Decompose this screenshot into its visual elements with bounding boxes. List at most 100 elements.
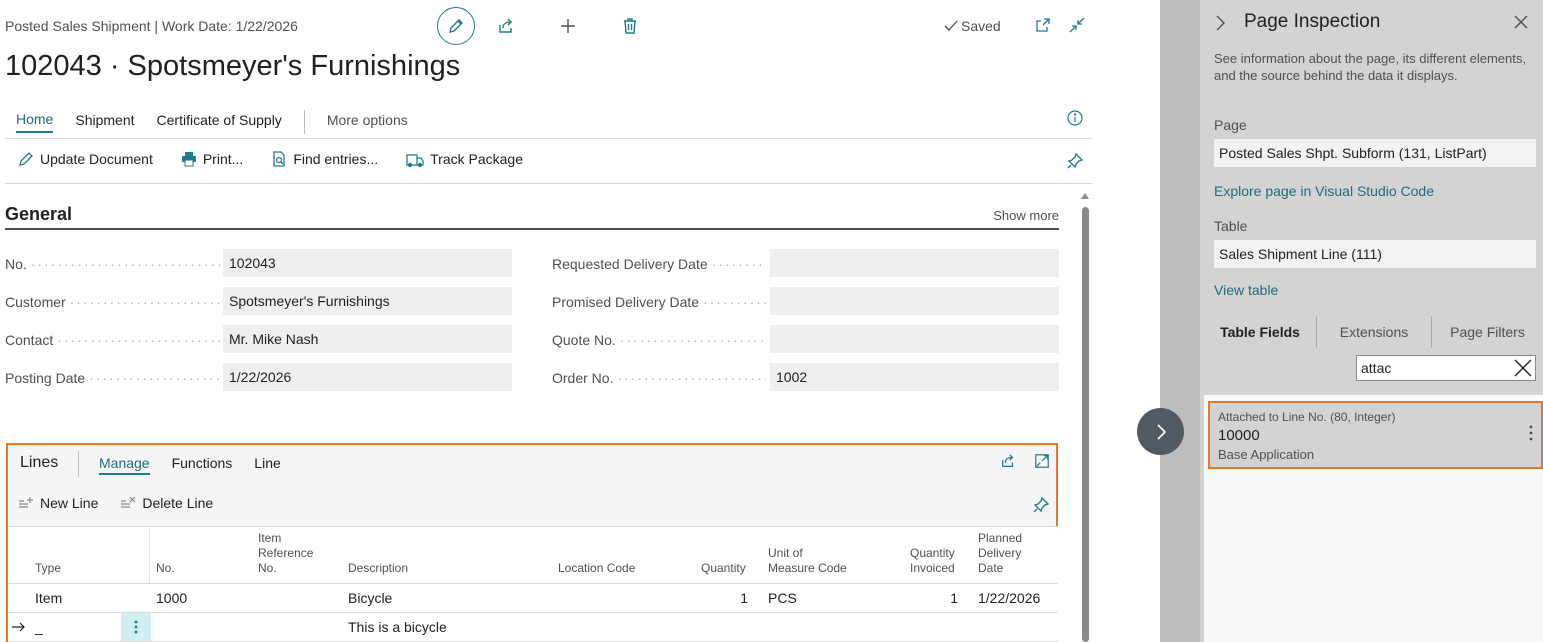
clear-search-icon[interactable] — [1514, 359, 1532, 377]
field-card-name: Attached to Line No. (80, Integer) — [1218, 410, 1396, 424]
contact-field[interactable]: Mr. Mike Nash — [223, 325, 512, 353]
tab-table-fields[interactable]: Table Fields — [1204, 324, 1316, 340]
tab-more-options[interactable]: More options — [327, 112, 408, 132]
field-search-input[interactable] — [1361, 360, 1511, 376]
scroll-up-arrow[interactable] — [1081, 193, 1089, 199]
table-row[interactable]: Item 1000 Bicycle 1 PCS 1 1/22/2026 — [8, 584, 1058, 612]
table-label: Table — [1214, 218, 1248, 234]
column-planned-delivery-date[interactable]: Planned Delivery Date — [978, 531, 1022, 576]
explore-vscode-link[interactable]: Explore page in Visual Studio Code — [1214, 183, 1434, 199]
general-section-header[interactable]: General Show more — [5, 204, 1059, 230]
column-quantity[interactable]: Quantity — [701, 561, 746, 576]
new-line-label: New Line — [40, 495, 99, 511]
print-button[interactable]: Print... — [181, 151, 243, 167]
view-table-link[interactable]: View table — [1214, 282, 1278, 298]
row-type[interactable]: Item — [35, 590, 62, 606]
divider — [5, 183, 1092, 184]
table-row[interactable]: _ This is a bicycle — [8, 613, 1058, 641]
delete-line-label: Delete Line — [142, 495, 214, 511]
delete-line-button[interactable]: Delete Line — [120, 495, 213, 511]
field-label: Contact ······························· — [5, 332, 220, 348]
row-no[interactable]: 1000 — [156, 590, 187, 606]
update-document-label: Update Document — [40, 151, 153, 167]
column-unit-of-measure-code[interactable]: Unit of Measure Code — [768, 546, 847, 576]
pin-icon[interactable] — [1066, 152, 1084, 170]
row-planned-delivery-date[interactable]: 1/22/2026 — [978, 590, 1040, 606]
column-location-code[interactable]: Location Code — [558, 561, 635, 576]
column-description[interactable]: Description — [348, 561, 408, 576]
update-document-button[interactable]: Update Document — [18, 151, 153, 167]
field-label: Requested Delivery Date ················… — [552, 256, 766, 272]
toggle-inspection-button[interactable] — [1137, 408, 1184, 455]
tab-certificate-of-supply[interactable]: Certificate of Supply — [157, 112, 282, 132]
page-title: 102043 · Spotsmeyer's Furnishings — [5, 50, 461, 82]
tab-home[interactable]: Home — [16, 111, 54, 133]
order-no-field[interactable]: 1002 — [770, 363, 1059, 391]
document-page: Posted Sales Shipment | Work Date: 1/22/… — [0, 0, 1100, 642]
tab-extensions[interactable]: Extensions — [1317, 324, 1431, 340]
close-icon[interactable] — [1513, 14, 1529, 30]
edit-button[interactable] — [437, 7, 475, 45]
no-field[interactable]: 102043 — [223, 249, 512, 277]
column-no[interactable]: No. — [156, 561, 175, 576]
vertical-dots-icon — [134, 620, 138, 634]
find-document-icon — [273, 151, 285, 167]
page-caption: Posted Sales Shipment | Work Date: 1/22/… — [5, 18, 298, 34]
inspection-description: See information about the page, its diff… — [1214, 51, 1526, 83]
customer-field[interactable]: Spotsmeyer's Furnishings — [223, 287, 512, 315]
row-quantity[interactable]: 1 — [728, 590, 748, 606]
panel-gutter — [1160, 0, 1200, 642]
saved-label: Saved — [961, 18, 1001, 34]
row-menu-button[interactable] — [121, 613, 151, 641]
posting-date-field[interactable]: 1/22/2026 — [223, 363, 512, 391]
column-item-reference-no[interactable]: Item Reference No. — [258, 531, 313, 576]
chevron-right-icon[interactable] — [1214, 14, 1226, 32]
inspection-tabs: Table Fields Extensions Page Filters — [1204, 316, 1543, 348]
promised-delivery-date-field[interactable] — [770, 287, 1059, 315]
row-description[interactable]: This is a bicycle — [348, 619, 447, 635]
expand-icon[interactable] — [1034, 453, 1050, 469]
requested-delivery-date-field[interactable] — [770, 249, 1059, 277]
delete-button[interactable] — [599, 7, 661, 45]
row-description[interactable]: Bicycle — [348, 590, 392, 606]
info-icon[interactable] — [1067, 110, 1083, 126]
tab-page-filters[interactable]: Page Filters — [1432, 324, 1543, 340]
table-field-card[interactable]: Attached to Line No. (80, Integer) 10000… — [1208, 401, 1543, 469]
lines-action-bar: New Line Delete Line — [18, 495, 213, 511]
top-action-bar — [437, 7, 661, 45]
field-search-box[interactable] — [1356, 355, 1536, 381]
find-entries-button[interactable]: Find entries... — [271, 151, 378, 167]
column-type[interactable]: Type — [35, 561, 61, 576]
lines-tab-line[interactable]: Line — [254, 455, 280, 475]
table-value: Sales Shipment Line (111) — [1214, 240, 1536, 268]
open-in-new-window-icon[interactable] — [1034, 16, 1052, 34]
new-line-button[interactable]: New Line — [18, 495, 98, 511]
row-type[interactable]: _ — [35, 619, 43, 635]
track-package-label: Track Package — [430, 151, 523, 167]
lines-separator — [78, 451, 79, 477]
field-label: Promised Delivery Date ·················… — [552, 294, 766, 310]
share-button[interactable] — [475, 7, 537, 45]
pencil-icon — [449, 19, 463, 33]
lines-subpage: Lines Manage Functions Line New Line Del… — [6, 443, 1058, 642]
print-label: Print... — [202, 151, 244, 167]
field-card-source: Base Application — [1218, 447, 1315, 462]
vertical-scrollbar[interactable] — [1082, 207, 1089, 642]
quote-no-field[interactable] — [770, 325, 1059, 353]
share-icon[interactable] — [1000, 453, 1016, 469]
track-package-button[interactable]: Track Package — [406, 151, 523, 167]
show-more-link[interactable]: Show more — [993, 208, 1059, 223]
checkmark-icon — [944, 20, 958, 31]
pin-icon[interactable] — [1032, 496, 1050, 514]
lines-tab-functions[interactable]: Functions — [172, 455, 233, 475]
tab-shipment[interactable]: Shipment — [75, 112, 134, 132]
share-icon — [499, 18, 512, 33]
more-options-icon[interactable] — [1529, 425, 1533, 441]
row-uom[interactable]: PCS — [768, 590, 797, 606]
divider — [5, 138, 1092, 139]
column-quantity-invoiced[interactable]: Quantity Invoiced — [910, 546, 955, 576]
collapse-icon[interactable] — [1068, 16, 1086, 34]
new-button[interactable] — [537, 7, 599, 45]
row-quantity-invoiced[interactable]: 1 — [938, 590, 958, 606]
lines-tab-manage[interactable]: Manage — [99, 455, 150, 475]
